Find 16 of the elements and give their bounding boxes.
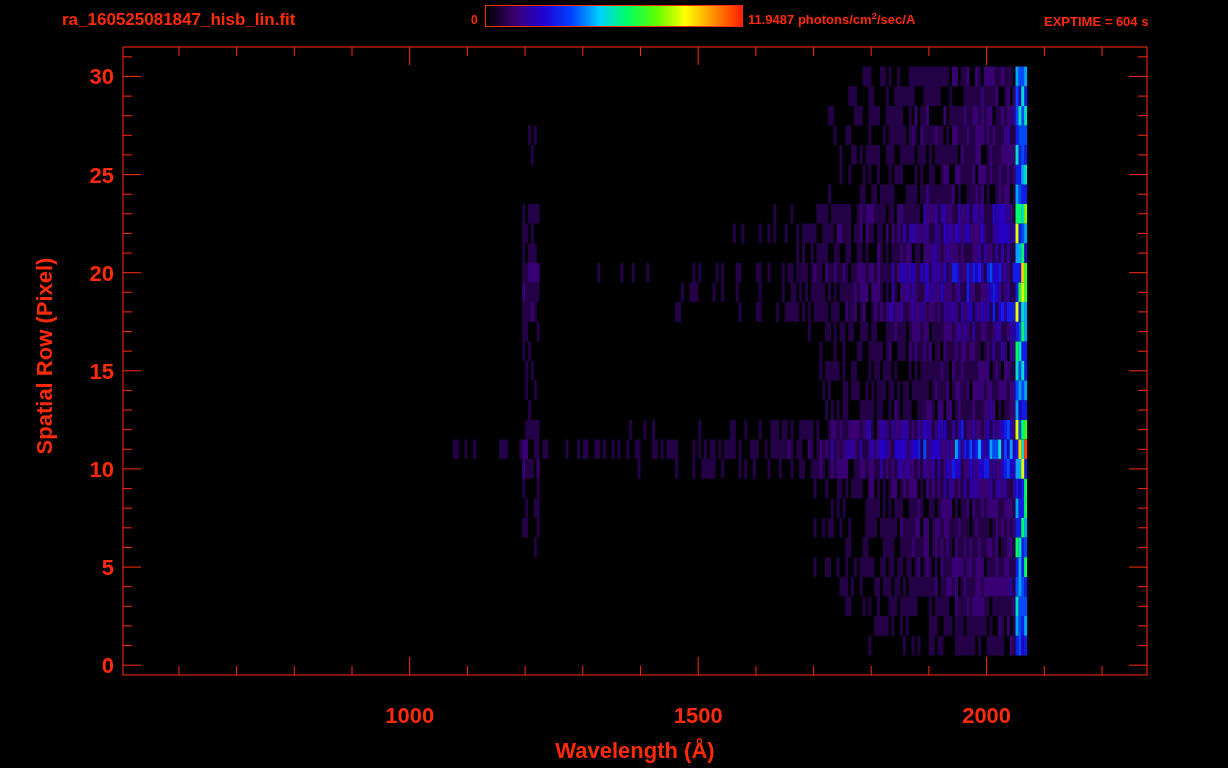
y-tick-label: 30 [89, 64, 114, 90]
y-tick-label: 0 [101, 653, 114, 679]
x-tick-label: 2000 [962, 703, 1012, 728]
y-axis-title: Spatial Row (Pixel) [32, 257, 57, 455]
y-tick-label: 5 [101, 555, 114, 581]
colorbar-min-label: 0 [471, 12, 478, 29]
file-title: ra_160525081847_hisb_lin.fit [62, 9, 296, 31]
colorbar-max-label: 11.9487 photons/cm$^{2}$/sec/A [748, 10, 916, 29]
x-tick-label: 1500 [673, 703, 723, 728]
y-tick-label: 15 [89, 358, 114, 384]
y-tick-label: 10 [89, 456, 114, 482]
x-tick-label: 1000 [385, 703, 435, 728]
y-tick-label: 25 [89, 162, 114, 188]
exposure-time: EXPTIME = 604 s [1044, 13, 1149, 31]
y-tick-label: 20 [89, 260, 114, 286]
x-axis-title: Wavelength (Å) [555, 738, 715, 763]
